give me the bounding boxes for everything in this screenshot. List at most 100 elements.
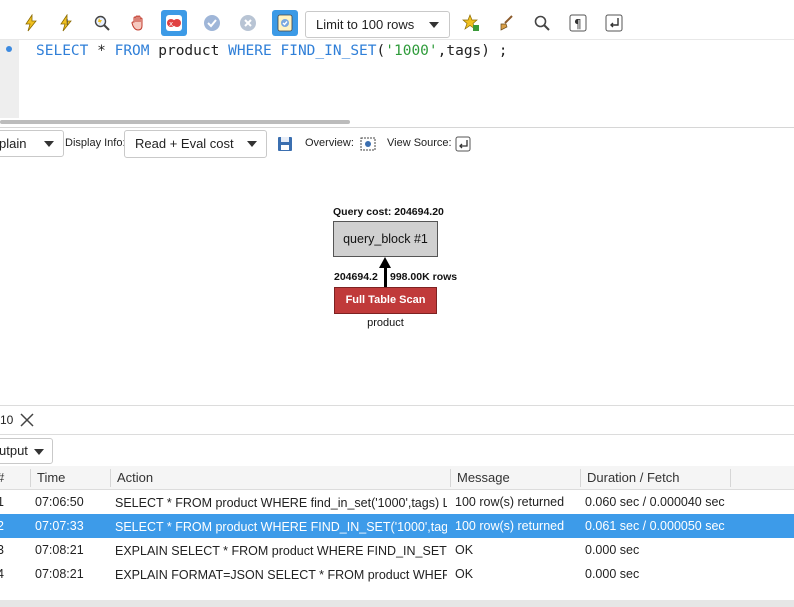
sql-keyword: WHERE [228, 43, 272, 59]
row-duration: 0.060 sec / 0.000040 sec [585, 495, 725, 509]
sql-keyword: FROM [114, 43, 150, 59]
sql-string: '1000' [385, 43, 438, 59]
output-type-select[interactable]: utput [0, 438, 53, 464]
sql-text: product [149, 43, 229, 59]
row-time: 07:07:33 [35, 519, 84, 533]
autocommit-icon[interactable] [272, 10, 298, 36]
row-number: 4 [0, 567, 4, 581]
row-number: 1 [0, 495, 4, 509]
editor-toolbar: I x Limit to 100 rows ¶ [0, 0, 794, 40]
table-row[interactable]: 1 07:06:50 SELECT * FROM product WHERE f… [0, 490, 794, 514]
column-divider [450, 469, 451, 487]
row-duration: 0.061 sec / 0.000050 sec [585, 519, 725, 533]
grid-header: # Time Action Message Duration / Fetch [0, 466, 794, 490]
column-divider [730, 469, 731, 487]
explain-toolbar: plain Display Info: Read + Eval cost Ove… [0, 129, 794, 159]
beautify-icon[interactable] [458, 10, 484, 36]
sql-text: * [88, 43, 115, 59]
row-time: 07:06:50 [35, 495, 84, 509]
explain-mode-label: plain [0, 136, 27, 151]
column-header[interactable]: # [0, 470, 4, 485]
editor-horizontal-scrollbar[interactable] [0, 120, 350, 124]
svg-text:I: I [66, 18, 68, 27]
column-divider [580, 469, 581, 487]
output-type-label: utput [0, 443, 28, 458]
close-icon[interactable] [20, 410, 34, 432]
limit-rows-select[interactable]: Limit to 100 rows [305, 11, 450, 38]
action-output-grid: # Time Action Message Duration / Fetch 1… [0, 466, 794, 586]
table-name-label: product [367, 317, 404, 329]
chevron-down-icon [247, 141, 257, 147]
statement-marker-icon [6, 46, 12, 52]
find-icon[interactable] [529, 10, 555, 36]
execute-current-icon[interactable]: I [53, 10, 79, 36]
column-header[interactable]: Time [37, 470, 65, 485]
query-block-node[interactable]: query_block #1 [333, 221, 438, 257]
editor-gutter [0, 40, 19, 118]
divider [0, 434, 794, 435]
query-block-label: query_block #1 [343, 232, 428, 246]
query-cost-label: Query cost: 204694.20 [333, 206, 444, 218]
table-row[interactable]: 3 07:08:21 EXPLAIN SELECT * FROM product… [0, 538, 794, 562]
row-message: 100 row(s) returned [455, 495, 565, 509]
table-row[interactable]: 4 07:08:21 EXPLAIN FORMAT=JSON SELECT * … [0, 562, 794, 586]
display-info-select[interactable]: Read + Eval cost [124, 130, 267, 158]
table-row-selected[interactable]: 2 07:07:33 SELECT * FROM product WHERE F… [0, 514, 794, 538]
display-info-value: Read + Eval cost [135, 136, 234, 151]
arrow-shaft [384, 266, 387, 288]
row-action: EXPLAIN FORMAT=JSON SELECT * FROM produc… [115, 568, 447, 582]
overview-icon[interactable] [359, 135, 377, 153]
result-tab[interactable]: 10 [0, 407, 50, 434]
save-icon[interactable] [276, 135, 294, 153]
display-info-label: Display Info: [65, 137, 126, 149]
column-header[interactable]: Action [117, 470, 153, 485]
row-message: OK [455, 543, 474, 557]
limit-rows-label: Limit to 100 rows [316, 17, 415, 32]
status-bar [0, 600, 794, 607]
explain-icon[interactable] [89, 10, 115, 36]
sql-text: ,tags) ; [437, 43, 508, 59]
column-divider [30, 469, 31, 487]
explain-mode-select[interactable]: plain [0, 130, 64, 157]
overview-label: Overview: [305, 137, 354, 149]
stop-icon[interactable] [125, 10, 151, 36]
full-table-scan-node[interactable]: Full Table Scan [334, 287, 437, 314]
view-source-icon[interactable] [454, 135, 472, 153]
sql-keyword: SELECT [36, 43, 89, 59]
svg-text:¶: ¶ [574, 17, 582, 31]
view-source-label: View Source: [387, 137, 452, 149]
toggle-errors-icon[interactable]: x [161, 10, 187, 36]
invisible-chars-icon[interactable]: ¶ [565, 10, 591, 36]
rollback-icon[interactable] [235, 10, 261, 36]
row-time: 07:08:21 [35, 567, 84, 581]
row-number: 3 [0, 543, 4, 557]
svg-text:x: x [169, 20, 173, 28]
node-rows-label: 998.00K rows [390, 271, 458, 283]
execute-icon[interactable] [18, 10, 44, 36]
brush-icon[interactable] [494, 10, 520, 36]
scan-label: Full Table Scan [345, 294, 426, 306]
sql-function: FIND_IN_SET [280, 43, 377, 59]
result-tab-label: 10 [0, 413, 14, 427]
divider [0, 127, 794, 128]
visual-explain-canvas: Query cost: 204694.20 query_block #1 204… [0, 160, 794, 405]
row-duration: 0.000 sec [585, 567, 640, 581]
sql-text: ( [376, 43, 386, 59]
sql-editor[interactable]: SELECT * FROM product WHERE FIND_IN_SET(… [0, 40, 794, 118]
column-header[interactable]: Message [457, 470, 510, 485]
chevron-down-icon [34, 449, 44, 455]
row-message: OK [455, 567, 474, 581]
row-action: EXPLAIN SELECT * FROM product WHERE FIND… [115, 544, 447, 558]
row-number: 2 [0, 519, 4, 533]
column-divider [110, 469, 111, 487]
sql-statement[interactable]: SELECT * FROM product WHERE FIND_IN_SET(… [36, 43, 507, 59]
chevron-down-icon [44, 141, 54, 147]
wrap-icon[interactable] [601, 10, 627, 36]
row-action: SELECT * FROM product WHERE FIND_IN_SET(… [115, 520, 447, 534]
row-message: 100 row(s) returned [455, 519, 565, 533]
column-header[interactable]: Duration / Fetch [587, 470, 680, 485]
node-cost-label: 204694.2 [334, 271, 378, 283]
row-action: SELECT * FROM product WHERE find_in_set(… [115, 496, 447, 510]
commit-icon[interactable] [199, 10, 225, 36]
row-time: 07:08:21 [35, 543, 84, 557]
